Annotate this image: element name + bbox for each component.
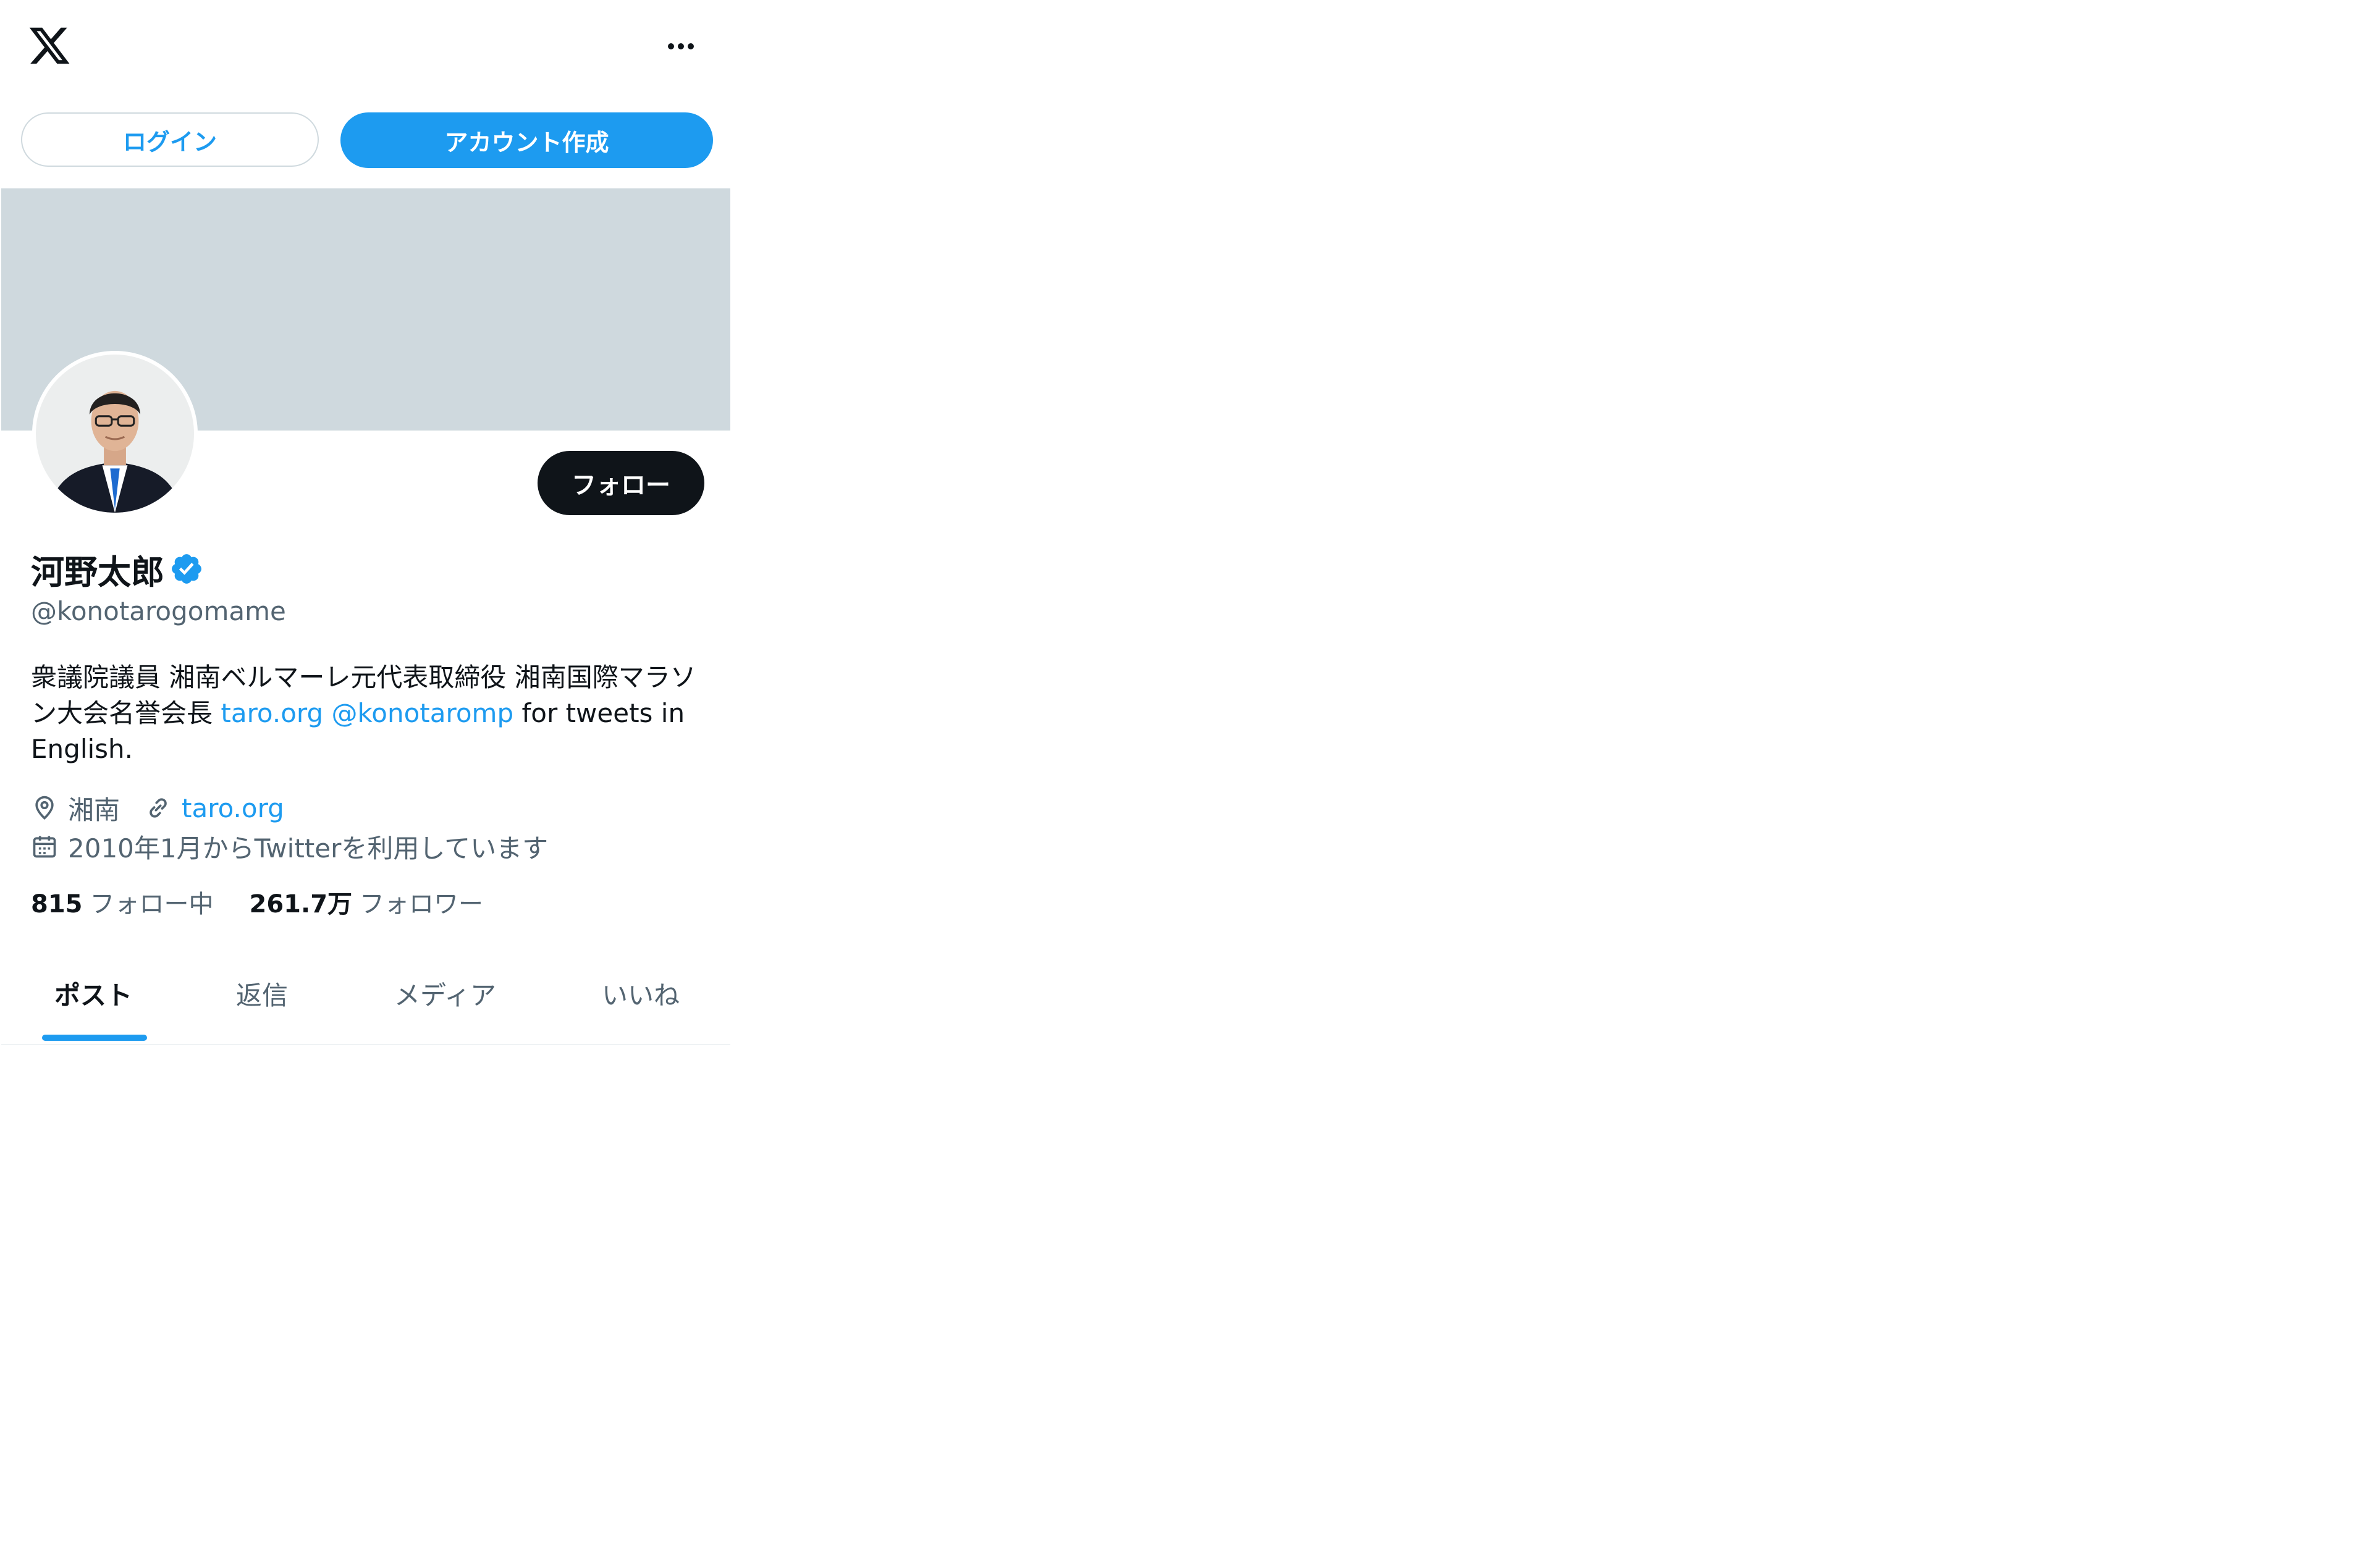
- link-icon: [150, 798, 167, 818]
- profile-location: 湘南: [68, 794, 120, 825]
- profile-website-link[interactable]: taro.org: [182, 793, 284, 823]
- followers-label: フォロワー: [360, 890, 484, 919]
- profile-bio: 衆議院議員 湘南ベルマーレ元代表取締役 湘南国際マラソ ン大会名誉会長 taro…: [31, 660, 711, 767]
- followers-count: 261.7万: [249, 890, 353, 919]
- profile-meta-row: 湘南 taro.org: [31, 791, 284, 825]
- avatar-photo: [36, 355, 194, 513]
- profile-name-row: 河野太郎: [31, 547, 204, 592]
- following-label: フォロー中: [90, 890, 214, 919]
- following-stat[interactable]: 815 フォロー中: [31, 884, 214, 920]
- profile-tabs: ポスト 返信 メディア いいね: [1, 957, 730, 1045]
- profile-joined-date: 2010年1月からTwitterを利用しています: [68, 833, 549, 864]
- bio-text: ン大会名誉会長: [31, 698, 221, 728]
- following-count: 815: [31, 890, 83, 919]
- more-horizontal-icon[interactable]: [662, 37, 699, 56]
- tab-posts[interactable]: ポスト: [54, 975, 132, 1012]
- profile-stats: 815 フォロー中 261.7万 フォロワー: [31, 885, 483, 919]
- x-logo-icon[interactable]: [27, 23, 72, 68]
- profile-handle: @konotarogomame: [31, 596, 286, 626]
- bio-text: [323, 698, 331, 728]
- calendar-icon: [33, 836, 56, 858]
- top-bar: [1, 0, 730, 93]
- bio-link-mention[interactable]: @konotaromp: [331, 698, 513, 728]
- profile-column: ログイン アカウント作成 フォロー 河野太郎 @konotarogomame 衆…: [1, 0, 730, 1045]
- tab-media[interactable]: メディア: [394, 975, 496, 1012]
- tab-likes[interactable]: いいね: [602, 975, 680, 1012]
- login-button[interactable]: ログイン: [21, 112, 319, 167]
- avatar[interactable]: [32, 351, 198, 516]
- bio-text: English.: [31, 734, 133, 764]
- bio-text: 衆議院議員 湘南ベルマーレ元代表取締役 湘南国際マラソ: [31, 662, 696, 692]
- tab-replies[interactable]: 返信: [236, 975, 288, 1012]
- followers-stat[interactable]: 261.7万 フォロワー: [250, 884, 484, 920]
- profile-joined-row: 2010年1月からTwitterを利用しています: [31, 829, 548, 864]
- signup-button[interactable]: アカウント作成: [340, 112, 713, 168]
- verified-badge-icon[interactable]: [169, 552, 204, 586]
- active-tab-indicator: [42, 1035, 147, 1041]
- location-pin-icon: [35, 796, 54, 820]
- follow-button[interactable]: フォロー: [538, 451, 704, 515]
- bio-link-website[interactable]: taro.org: [221, 698, 323, 728]
- profile-name: 河野太郎: [31, 552, 164, 592]
- bio-text: for tweets in: [513, 698, 685, 728]
